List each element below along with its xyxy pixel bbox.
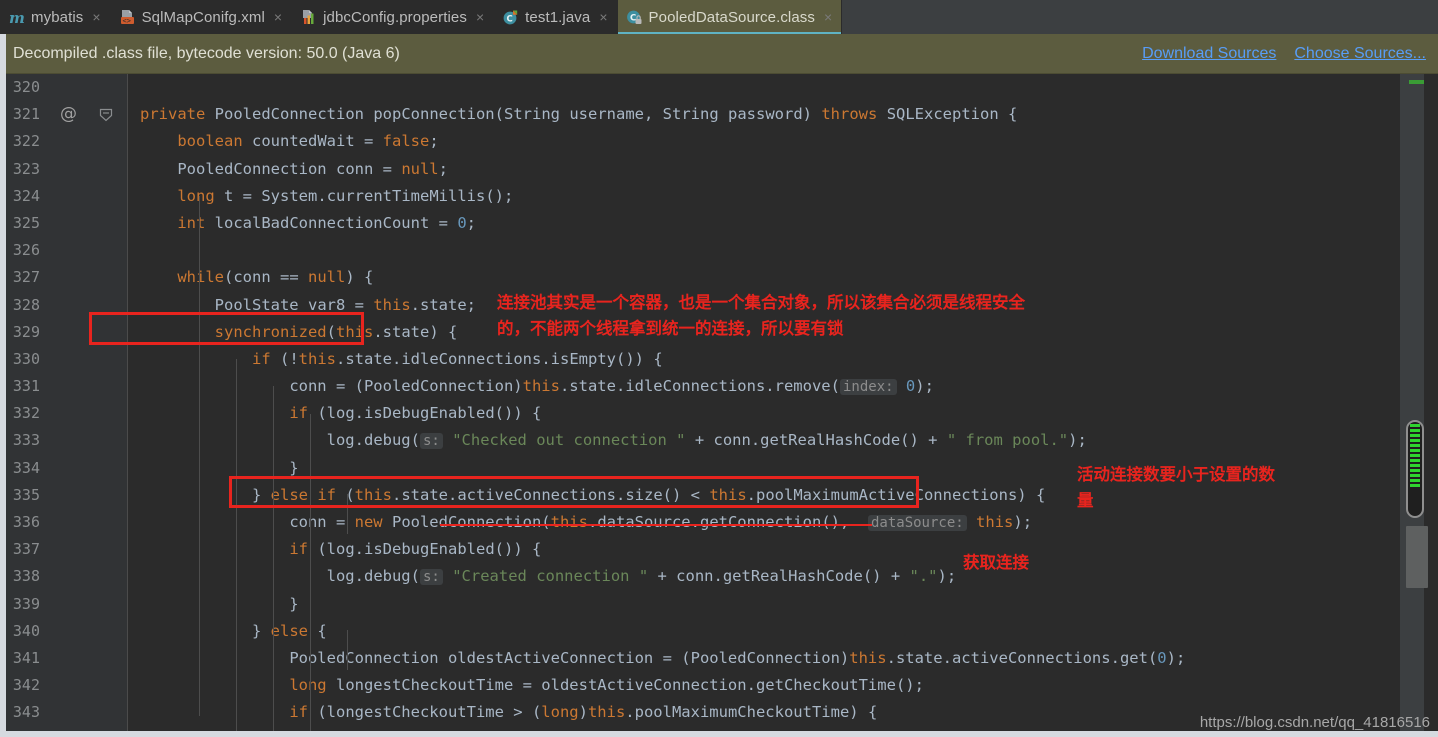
tab-jdbcconfig-properties[interactable]: jdbcConfig.properties × <box>292 0 495 34</box>
properties-file-icon <box>300 9 317 26</box>
editor-tab-bar: m mybatis × <> SqlMapConifg.xml × jdbcCo… <box>0 0 1438 34</box>
line-number: 326 <box>12 241 40 260</box>
line-number: 336 <box>12 513 40 531</box>
notification-message: Decompiled .class file, bytecode version… <box>13 44 400 62</box>
code-line: log.debug(s: "Checked out connection " +… <box>326 431 1087 450</box>
gutter-markers: @ <box>44 74 128 128</box>
code-line: while(conn == null) { <box>177 268 374 287</box>
line-number: 340 <box>12 621 40 640</box>
tab-close-icon[interactable]: × <box>824 10 832 24</box>
indent-guide <box>236 359 237 737</box>
code-analysis-marker[interactable] <box>1406 420 1424 518</box>
editor-gutter[interactable]: 320 321 322 323 324 325 326 327 328 329 … <box>0 74 128 737</box>
tab-close-icon[interactable]: × <box>476 10 484 24</box>
highlight-underline-new-connection <box>440 524 872 526</box>
indent-guide <box>347 494 348 534</box>
line-number: 323 <box>12 159 40 178</box>
java-class-run-icon: C <box>502 9 519 26</box>
code-content[interactable]: private PooledConnection popConnection(S… <box>128 74 1400 737</box>
tab-close-icon[interactable]: × <box>599 10 607 24</box>
line-number: 320 <box>12 78 40 96</box>
choose-sources-link[interactable]: Choose Sources... <box>1294 45 1426 63</box>
code-line: log.debug(s: "Created connection " + con… <box>326 567 957 586</box>
code-line: if (!this.state.idleConnections.isEmpty(… <box>251 349 663 368</box>
code-line: } <box>140 594 299 613</box>
scrollbar-thumb[interactable] <box>1406 526 1428 588</box>
watermark-url: https://blog.csdn.net/qq_41816516 <box>1199 714 1430 731</box>
tab-label: mybatis <box>31 8 84 26</box>
code-editor[interactable]: 320 321 322 323 324 325 326 327 328 329 … <box>0 74 1438 737</box>
code-line: } else { <box>140 621 327 640</box>
line-number: 341 <box>12 648 40 667</box>
override-marker-icon[interactable]: @ <box>60 105 77 123</box>
code-line: PooledConnection oldestActiveConnection … <box>289 648 1186 667</box>
line-number: 333 <box>12 431 40 450</box>
code-line: if (log.isDebugEnabled()) { <box>289 540 542 559</box>
line-number: 328 <box>12 295 40 314</box>
code-line: boolean countedWait = false; <box>177 132 439 151</box>
notification-actions: Download Sources Choose Sources... <box>1142 45 1426 63</box>
download-sources-link[interactable]: Download Sources <box>1142 45 1276 63</box>
line-number: 335 <box>12 485 40 504</box>
indent-guide <box>273 386 274 736</box>
tab-sqlmapconifg-xml[interactable]: <> SqlMapConifg.xml × <box>110 0 293 34</box>
code-line: long longestCheckoutTime = oldestActiveC… <box>289 676 924 695</box>
line-number: 325 <box>12 213 40 232</box>
editor-marker-panel[interactable] <box>1400 74 1438 737</box>
tab-label: SqlMapConifg.xml <box>141 8 265 26</box>
window-bottom-edge <box>0 731 1438 737</box>
fold-collapse-icon[interactable] <box>98 107 114 128</box>
indent-guide <box>310 414 311 734</box>
line-number: 342 <box>12 676 40 695</box>
line-number: 338 <box>12 567 40 586</box>
tab-close-icon[interactable]: × <box>92 10 100 24</box>
scrollbar-track[interactable] <box>1424 74 1438 737</box>
mybatis-m-icon: m <box>8 9 25 26</box>
window-left-edge <box>0 34 6 737</box>
line-number: 321 <box>12 105 40 124</box>
line-number: 337 <box>12 540 40 559</box>
tab-label: jdbcConfig.properties <box>323 8 467 26</box>
tab-test1-java[interactable]: C test1.java × <box>494 0 618 34</box>
svg-text:<>: <> <box>122 17 130 25</box>
code-line: conn = (PooledConnection)this.state.idle… <box>289 377 934 396</box>
code-line: long t = System.currentTimeMillis(); <box>177 186 514 205</box>
indent-guide <box>347 630 348 670</box>
line-number: 343 <box>12 703 40 722</box>
annotation-pool-container: 连接池其实是一个容器，也是一个集合对象，所以该集合必须是线程安全 的，不能两个线… <box>497 293 1025 338</box>
decompiled-notification-bar: Decompiled .class file, bytecode version… <box>0 34 1438 74</box>
line-number: 324 <box>12 186 40 205</box>
line-number-column: 320 321 322 323 324 325 326 327 328 329 … <box>0 74 44 737</box>
code-line: PooledConnection conn = null; <box>177 159 448 178</box>
indent-guide <box>199 196 200 716</box>
line-number: 322 <box>12 132 40 151</box>
line-number: 329 <box>12 322 40 341</box>
line-number: 332 <box>12 404 40 423</box>
line-number: 327 <box>12 268 40 287</box>
tab-label: PooledDataSource.class <box>648 8 816 26</box>
code-line: private PooledConnection popConnection(S… <box>140 105 1018 124</box>
tab-pooleddatasource-class[interactable]: C PooledDataSource.class × <box>617 0 843 34</box>
annotation-active-count: 活动连接数要小于设置的数 量 <box>1077 465 1275 510</box>
tab-close-icon[interactable]: × <box>274 10 282 24</box>
svg-text:C: C <box>630 13 636 23</box>
code-line: int localBadConnectionCount = 0; <box>177 213 476 232</box>
line-number: 331 <box>12 377 40 396</box>
class-locked-icon: C <box>626 9 643 26</box>
code-line: if (log.isDebugEnabled()) { <box>289 404 542 423</box>
line-number: 339 <box>12 594 40 613</box>
svg-text:C: C <box>507 14 513 24</box>
tab-mybatis[interactable]: m mybatis × <box>0 0 111 34</box>
line-number: 330 <box>12 349 40 368</box>
annotation-get-connection: 获取连接 <box>963 553 1029 572</box>
tab-label: test1.java <box>525 8 591 26</box>
line-number: 334 <box>12 458 40 477</box>
xml-file-icon: <> <box>119 9 136 26</box>
svg-text:m: m <box>9 9 25 26</box>
